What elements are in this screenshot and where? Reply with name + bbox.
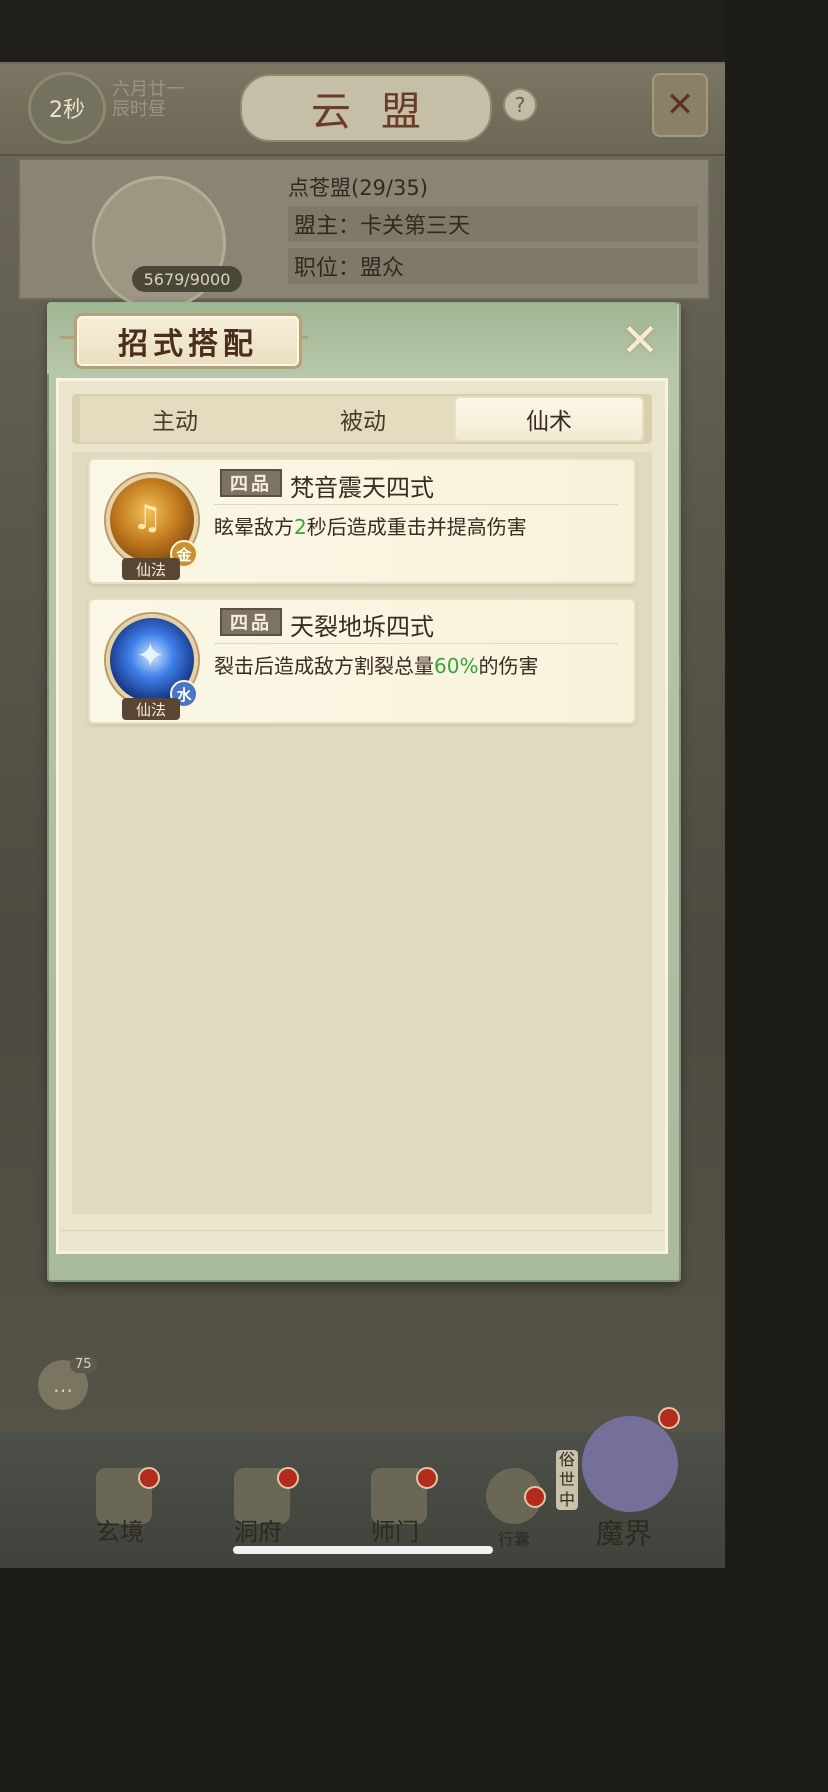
close-icon[interactable]: ✕ xyxy=(612,313,668,367)
skill-type-label: 仙法 xyxy=(122,698,180,720)
desc-highlight-value: 60% xyxy=(434,654,479,678)
skill-description: 裂击后造成敌方割裂总量60%的伤害 xyxy=(214,650,538,679)
nav-label-xingnang[interactable]: 行囊 xyxy=(498,1526,530,1550)
modal-footer-strip xyxy=(60,1230,664,1249)
skill-name: 梵音震天四式 xyxy=(290,474,434,502)
date-line-2: 辰时昼 xyxy=(112,99,166,120)
timer-badge: 2秒 xyxy=(28,72,106,144)
page-title-plaque: 云盟 xyxy=(240,74,492,142)
nav-dot-dongfu xyxy=(277,1467,299,1489)
nav-label-dongfu[interactable]: 洞府 xyxy=(234,1512,282,1547)
chat-badge: 75 xyxy=(70,1356,97,1373)
tab-active-skills[interactable]: 主动 xyxy=(80,396,270,442)
home-indicator xyxy=(233,1546,493,1554)
alliance-leader: 盟主：卡关第三天 xyxy=(288,206,698,242)
help-icon[interactable]: ? xyxy=(503,88,537,122)
tab-passive-skills[interactable]: 被动 xyxy=(268,396,458,442)
alliance-name: 点苍盟(29/35) xyxy=(288,176,428,200)
nav-label-xuanjing[interactable]: 玄境 xyxy=(96,1512,144,1547)
desc-text: 眩晕敌方 xyxy=(214,515,294,539)
skill-grade-tag: 四品 xyxy=(220,608,282,636)
modal-title: 招式搭配 xyxy=(118,327,258,362)
skill-divider xyxy=(214,504,618,505)
nav-dot-shimen xyxy=(416,1467,438,1489)
skill-grade-tag: 四品 xyxy=(220,469,282,497)
game-date: 六月廿一 辰时昼 xyxy=(112,80,184,120)
skill-type-label: 仙法 xyxy=(122,558,180,580)
nav-dot-mojie xyxy=(658,1407,680,1429)
skill-divider xyxy=(214,643,618,644)
page-title: 云盟 xyxy=(311,89,451,135)
side-label: 俗世中 xyxy=(556,1450,578,1510)
nav-icon-mojie[interactable] xyxy=(582,1416,678,1512)
alliance-exp: 5679/9000 xyxy=(132,266,242,292)
desc-text: 的伤害 xyxy=(478,654,539,678)
nav-dot-xuanjing xyxy=(138,1467,160,1489)
desc-text: 裂击后造成敌方割裂总量 xyxy=(214,654,434,678)
nav-label-mojie[interactable]: 魔界 xyxy=(596,1512,652,1552)
desc-highlight-value: 2 xyxy=(294,515,307,539)
skill-description: 眩晕敌方2秒后造成重击并提高伤害 xyxy=(214,511,527,540)
date-line-1: 六月廿一 xyxy=(112,79,184,100)
skill-name: 天裂地坼四式 xyxy=(290,613,434,641)
nav-dot-xingnang xyxy=(524,1486,546,1508)
timer-text: 2秒 xyxy=(49,98,85,123)
modal-title-plaque: 招式搭配 xyxy=(74,313,302,369)
nav-label-shimen[interactable]: 师门 xyxy=(371,1512,419,1547)
desc-text: 秒后造成重击并提高伤害 xyxy=(306,515,527,539)
page-close-icon[interactable]: ✕ xyxy=(652,73,708,137)
alliance-position: 职位：盟众 xyxy=(288,248,698,284)
tab-immortal-arts[interactable]: 仙术 xyxy=(454,396,644,442)
status-bar xyxy=(0,0,725,62)
